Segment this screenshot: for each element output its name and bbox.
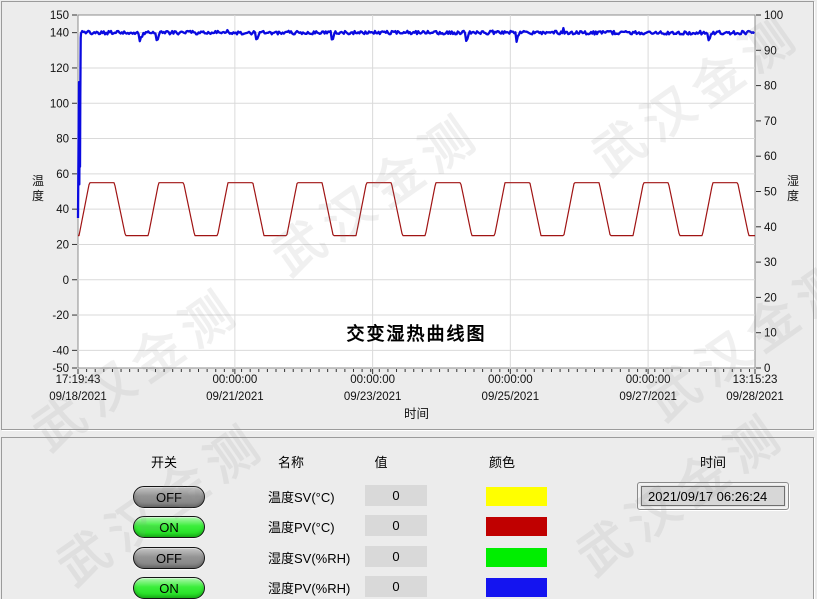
svg-text:60: 60: [56, 169, 69, 181]
control-panel-groupbox: 开关 名称 值 颜色 时间 OFF 温度SV(°C) 0 ON 温度PV(°C)…: [1, 437, 814, 599]
svg-text:00:00:00: 00:00:00: [626, 374, 671, 386]
svg-text:交变湿热曲线图: 交变湿热曲线图: [347, 323, 487, 344]
toggle-hum-sv[interactable]: OFF: [133, 547, 205, 569]
swatch-temp-sv[interactable]: [486, 487, 547, 506]
svg-text:80: 80: [764, 81, 777, 93]
svg-text:10: 10: [764, 328, 777, 340]
svg-text:50: 50: [764, 187, 777, 199]
svg-text:140: 140: [50, 28, 69, 40]
value-hum-pv: 0: [365, 576, 427, 597]
svg-text:温度: 温度: [32, 174, 44, 203]
svg-text:60: 60: [764, 151, 777, 163]
time-display-value: 2021/09/17 06:26:24: [641, 486, 785, 506]
svg-text:20: 20: [56, 239, 69, 251]
svg-text:80: 80: [56, 134, 69, 146]
svg-text:100: 100: [764, 10, 783, 22]
svg-text:00:00:00: 00:00:00: [212, 374, 257, 386]
svg-text:70: 70: [764, 116, 777, 128]
trend-chart: 150140120100806040200-20-40-501009080706…: [2, 2, 813, 427]
value-temp-pv: 0: [365, 515, 427, 536]
value-text: 0: [392, 579, 399, 594]
label-hum-sv: 湿度SV(%RH): [268, 547, 350, 568]
svg-text:0: 0: [63, 275, 69, 287]
svg-text:09/28/2021: 09/28/2021: [726, 391, 784, 403]
svg-text:40: 40: [56, 204, 69, 216]
svg-text:100: 100: [50, 98, 69, 110]
header-name: 名称: [256, 452, 326, 471]
chart-groupbox: 150140120100806040200-20-40-501009080706…: [1, 1, 814, 430]
svg-text:09/18/2021: 09/18/2021: [49, 391, 107, 403]
svg-text:-40: -40: [52, 345, 69, 357]
toggle-temp-sv[interactable]: OFF: [133, 486, 205, 508]
toggle-hum-pv[interactable]: ON: [133, 577, 205, 599]
header-time: 时间: [678, 452, 748, 471]
value-hum-sv: 0: [365, 546, 427, 567]
svg-text:09/27/2021: 09/27/2021: [619, 391, 677, 403]
label-hum-pv: 湿度PV(%RH): [268, 577, 350, 598]
switch-label: ON: [159, 520, 179, 535]
label-temp-pv: 温度PV(°C): [268, 516, 335, 537]
svg-text:30: 30: [764, 257, 777, 269]
swatch-hum-pv[interactable]: [486, 578, 547, 597]
svg-text:13:15:23: 13:15:23: [733, 374, 778, 386]
value-text: 0: [392, 549, 399, 564]
header-switch: 开关: [129, 452, 199, 471]
header-color: 颜色: [467, 452, 537, 471]
swatch-temp-pv[interactable]: [486, 517, 547, 536]
svg-text:09/23/2021: 09/23/2021: [344, 391, 402, 403]
label-temp-sv: 温度SV(°C): [268, 486, 335, 507]
value-text: 0: [392, 518, 399, 533]
svg-text:90: 90: [764, 45, 777, 57]
app-window: 150140120100806040200-20-40-501009080706…: [0, 0, 817, 599]
value-text: 0: [392, 488, 399, 503]
svg-text:17:19:43: 17:19:43: [56, 374, 101, 386]
header-value: 值: [346, 452, 416, 471]
swatch-hum-sv[interactable]: [486, 548, 547, 567]
toggle-temp-pv[interactable]: ON: [133, 516, 205, 538]
svg-text:-20: -20: [52, 310, 69, 322]
switch-label: OFF: [156, 551, 182, 566]
svg-text:40: 40: [764, 222, 777, 234]
svg-text:150: 150: [50, 10, 69, 22]
svg-text:09/21/2021: 09/21/2021: [206, 391, 264, 403]
svg-text:湿度: 湿度: [787, 173, 799, 203]
switch-label: ON: [159, 581, 179, 596]
svg-text:时间: 时间: [404, 407, 429, 421]
value-temp-sv: 0: [365, 485, 427, 506]
svg-text:00:00:00: 00:00:00: [488, 374, 533, 386]
svg-text:120: 120: [50, 63, 69, 75]
time-display: 2021/09/17 06:26:24: [637, 482, 789, 510]
switch-label: OFF: [156, 490, 182, 505]
svg-text:00:00:00: 00:00:00: [350, 374, 395, 386]
svg-text:09/25/2021: 09/25/2021: [482, 391, 540, 403]
svg-text:20: 20: [764, 292, 777, 304]
